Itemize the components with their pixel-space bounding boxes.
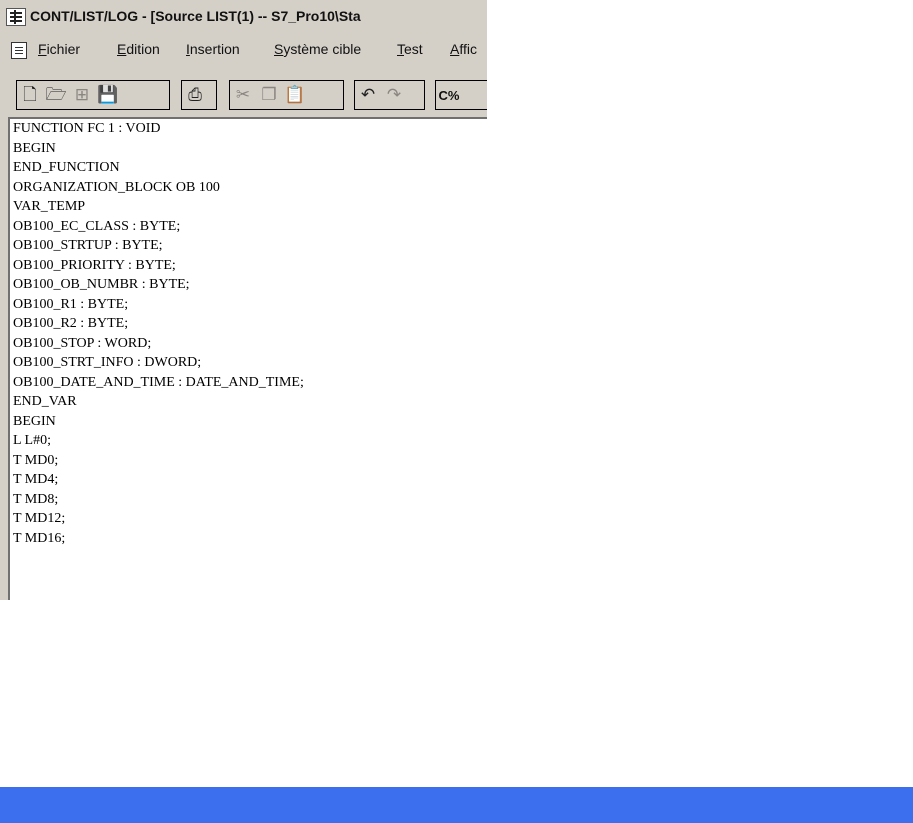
code-line: T MD8; [13,491,59,507]
menu-insertion[interactable]: Insertion [186,41,240,57]
menu-test[interactable]: Test [397,41,423,57]
code-line: FUNCTION FC 1 : VOID [13,121,161,136]
code-line: OB100_R1 : BYTE; [13,296,129,312]
code-line: OB100_OB_NUMBR : BYTE; [13,277,190,292]
accessible-nodes-icon[interactable]: ⊞ [69,82,95,108]
code-line: END_FUNCTION [13,160,120,175]
menu-affichage[interactable]: Affic [450,41,477,57]
redo-icon[interactable]: ↷ [381,82,407,108]
open-icon[interactable]: 🗁 [43,82,69,108]
compile-button[interactable]: C% [436,82,462,108]
compile-toolbar-group: C% [435,80,487,110]
cut-icon[interactable]: ✂ [230,82,256,108]
save-icon[interactable]: 💾 [95,82,121,108]
menu-fichier[interactable]: Fichier [38,41,80,57]
code-line: END_VAR [13,394,77,409]
toolbar: 🗋 🗁 ⊞ 💾 ⎙ ✂ ❐ 📋 ↶ ↷ C% [0,76,487,116]
file-toolbar-group: 🗋 🗁 ⊞ 💾 [16,80,170,110]
code-line: OB100_STOP : WORD; [13,335,152,351]
bottom-banner [0,787,913,823]
source-editor[interactable]: FUNCTION FC 1 : VOID BEGIN END_FUNCTION … [8,117,487,600]
title-bar[interactable]: CONT/LIST/LOG - [Source LIST(1) -- S7_Pr… [0,0,487,34]
clipboard-toolbar-group: ✂ ❐ 📋 [229,80,344,110]
undo-toolbar-group: ↶ ↷ [354,80,425,110]
window-title: CONT/LIST/LOG - [Source LIST(1) -- S7_Pr… [30,8,361,24]
menu-systeme-cible[interactable]: Système cible [274,41,361,57]
code-line: T MD16; [13,530,66,546]
code-line: OB100_STRTUP : BYTE; [13,238,163,253]
code-line: BEGIN [13,140,56,156]
menu-bar: Fichier Edition Insertion Système cible … [0,37,487,63]
code-line: OB100_PRIORITY : BYTE; [13,257,176,273]
code-line: T MD4; [13,472,59,487]
code-line: T MD0; [13,452,59,468]
code-line: T MD12; [13,511,66,526]
code-line: OB100_R2 : BYTE; [13,316,129,331]
menu-edition[interactable]: Edition [117,41,160,57]
print-icon[interactable]: ⎙ [182,82,208,108]
new-icon[interactable]: 🗋 [17,82,43,108]
code-line: OB100_DATE_AND_TIME : DATE_AND_TIME; [13,374,304,390]
paste-icon[interactable]: 📋 [282,82,308,108]
copy-icon[interactable]: ❐ [256,82,282,108]
document-menu-icon[interactable] [11,42,27,59]
code-line: ORGANIZATION_BLOCK OB 100 [13,179,220,195]
undo-icon[interactable]: ↶ [355,82,381,108]
code-line: OB100_STRT_INFO : DWORD; [13,355,202,370]
code-line: BEGIN [13,413,56,429]
code-line: VAR_TEMP [13,199,86,214]
code-line: L L#0; [13,433,51,448]
app-icon[interactable] [6,8,26,26]
code-line: OB100_EC_CLASS : BYTE; [13,218,181,234]
app-window: CONT/LIST/LOG - [Source LIST(1) -- S7_Pr… [0,0,487,600]
print-toolbar-group: ⎙ [181,80,217,110]
